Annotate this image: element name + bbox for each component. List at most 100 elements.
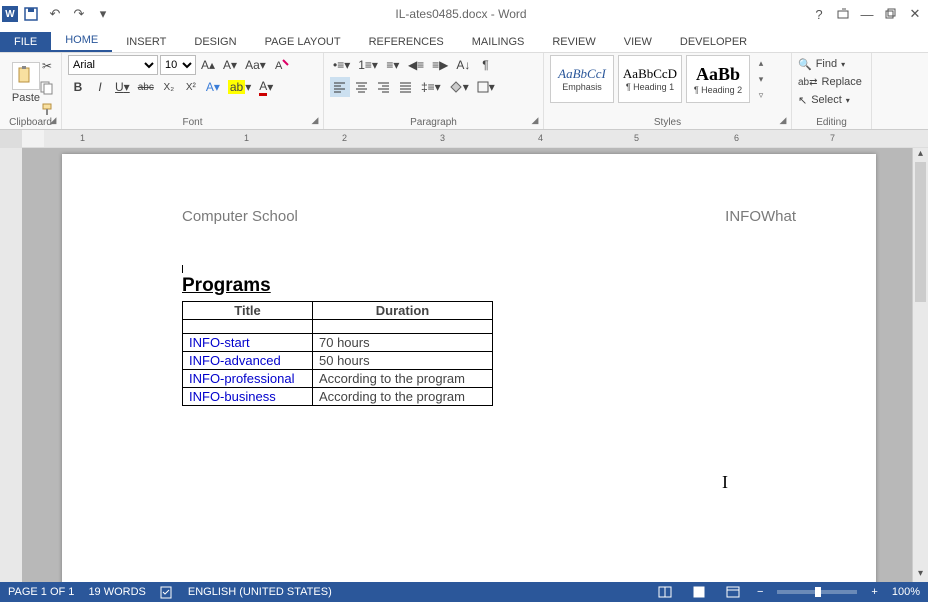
styles-more-icon[interactable]: ▴▾▿ [754,55,768,103]
qat-customize-icon[interactable]: ▾ [92,3,114,25]
font-color-icon[interactable]: A▾ [256,77,276,97]
table-row: INFO-advanced50 hours [183,352,493,370]
superscript-button[interactable]: X² [181,77,201,97]
copy-icon[interactable] [37,78,57,98]
tab-design[interactable]: DESIGN [180,32,250,52]
select-button[interactable]: ↖Select▾ [798,91,865,109]
page-content[interactable]: Programs Title Duration INFO-start70 hou… [62,225,876,406]
scroll-down-icon[interactable]: ▾ [913,568,928,582]
ribbon: Paste ✂ Clipboard ◢ Arial 10 A▴ A▾ Aa▾ A… [0,52,928,130]
font-launcher-icon[interactable]: ◢ [309,115,321,127]
styles-launcher-icon[interactable]: ◢ [777,115,789,127]
document-scrollpane[interactable]: Computer School INFOWhat Programs Title … [22,148,912,582]
shrink-font-icon[interactable]: A▾ [220,55,240,75]
window-controls: ? — ✕ [808,3,926,25]
borders-icon[interactable]: ▾ [474,77,498,97]
bold-button[interactable]: B [68,77,88,97]
grow-font-icon[interactable]: A▴ [198,55,218,75]
page-header: Computer School INFOWhat [62,154,876,225]
decrease-indent-icon[interactable]: ◀≡ [405,55,427,75]
replace-icon: ab⇄ [798,77,818,88]
status-words[interactable]: 19 WORDS [88,586,145,598]
text-effects-icon[interactable]: A▾ [203,77,223,97]
redo-icon[interactable]: ↷ [68,3,90,25]
align-left-icon[interactable] [330,77,350,97]
read-mode-icon[interactable] [655,585,675,599]
paragraph-launcher-icon[interactable]: ◢ [529,115,541,127]
bullets-icon[interactable]: •≡▾ [330,55,353,75]
highlight-icon[interactable]: ab▾ [225,77,254,97]
find-button[interactable]: 🔍Find▾ [798,55,865,73]
shading-icon[interactable]: ▾ [446,77,472,97]
italic-button[interactable]: I [90,77,110,97]
tab-review[interactable]: REVIEW [538,32,609,52]
style-heading1[interactable]: AaBbCcD ¶ Heading 1 [618,55,682,103]
font-name-combo[interactable]: Arial [68,55,158,75]
th-duration: Duration [313,302,493,320]
print-layout-icon[interactable] [689,585,709,599]
zoom-level[interactable]: 100% [892,586,920,598]
group-paragraph: •≡▾ 1≡▾ ≡▾ ◀≡ ≡▶ A↓ ¶ ‡≡▾ ▾ ▾ Paragraph … [324,53,544,129]
status-page[interactable]: PAGE 1 OF 1 [8,586,74,598]
text-cursor [182,265,183,273]
save-icon[interactable] [20,3,42,25]
paragraph-group-label: Paragraph [324,117,543,128]
undo-icon[interactable]: ↶ [44,3,66,25]
group-font: Arial 10 A▴ A▾ Aa▾ A B I U▾ abc X₂ X² A▾… [62,53,324,129]
help-icon[interactable]: ? [808,3,830,25]
font-size-combo[interactable]: 10 [160,55,196,75]
clear-formatting-icon[interactable]: A [271,55,293,75]
table-row: INFO-professionalAccording to the progra… [183,370,493,388]
paste-label: Paste [12,92,40,104]
word-app-icon: W [2,6,18,22]
scroll-thumb[interactable] [915,162,926,302]
table-header-row: Title Duration [183,302,493,320]
style-heading2[interactable]: AaBb ¶ Heading 2 [686,55,750,103]
document-title: IL-ates0485.docx - Word [114,7,808,21]
subscript-button[interactable]: X₂ [159,77,179,97]
tab-page-layout[interactable]: PAGE LAYOUT [251,32,355,52]
scroll-up-icon[interactable]: ▴ [913,148,928,162]
show-marks-icon[interactable]: ¶ [475,55,495,75]
align-center-icon[interactable] [352,77,372,97]
sort-icon[interactable]: A↓ [453,55,473,75]
clipboard-launcher-icon[interactable]: ◢ [47,115,59,127]
numbering-icon[interactable]: 1≡▾ [355,55,381,75]
strikethrough-button[interactable]: abc [135,77,157,97]
tab-mailings[interactable]: MAILINGS [458,32,539,52]
tab-references[interactable]: REFERENCES [355,32,458,52]
tab-insert[interactable]: INSERT [112,32,180,52]
page[interactable]: Computer School INFOWhat Programs Title … [62,154,876,582]
minimize-icon[interactable]: — [856,3,878,25]
vertical-scrollbar[interactable]: ▴ ▾ [912,148,928,582]
zoom-in-icon[interactable]: + [871,586,877,598]
ribbon-display-options-icon[interactable] [832,3,854,25]
zoom-slider-thumb[interactable] [815,587,821,597]
align-right-icon[interactable] [374,77,394,97]
multilevel-list-icon[interactable]: ≡▾ [383,55,403,75]
close-icon[interactable]: ✕ [904,3,926,25]
cut-icon[interactable]: ✂ [37,56,57,76]
justify-icon[interactable] [396,77,416,97]
tab-developer[interactable]: DEVELOPER [666,32,761,52]
tab-home[interactable]: HOME [51,30,112,52]
vertical-ruler[interactable] [0,148,22,582]
horizontal-ruler[interactable]: 1 1 2 3 4 5 6 7 [44,130,928,147]
tab-view[interactable]: VIEW [610,32,666,52]
style-emphasis[interactable]: AaBbCcI Emphasis [550,55,614,103]
zoom-out-icon[interactable]: − [757,586,763,598]
replace-button[interactable]: ab⇄Replace [798,73,865,91]
file-tab[interactable]: FILE [0,32,51,52]
underline-button[interactable]: U▾ [112,77,133,97]
ruler-corner [0,130,22,147]
increase-indent-icon[interactable]: ≡▶ [429,55,451,75]
zoom-slider[interactable] [777,590,857,594]
status-language[interactable]: ENGLISH (UNITED STATES) [188,586,332,598]
group-clipboard: Paste ✂ Clipboard ◢ [0,53,62,129]
line-spacing-icon[interactable]: ‡≡▾ [418,77,444,97]
change-case-icon[interactable]: Aa▾ [242,55,269,75]
status-proofing-icon[interactable] [160,585,174,599]
programs-heading: Programs [182,275,876,297]
restore-icon[interactable] [880,3,902,25]
web-layout-icon[interactable] [723,585,743,599]
